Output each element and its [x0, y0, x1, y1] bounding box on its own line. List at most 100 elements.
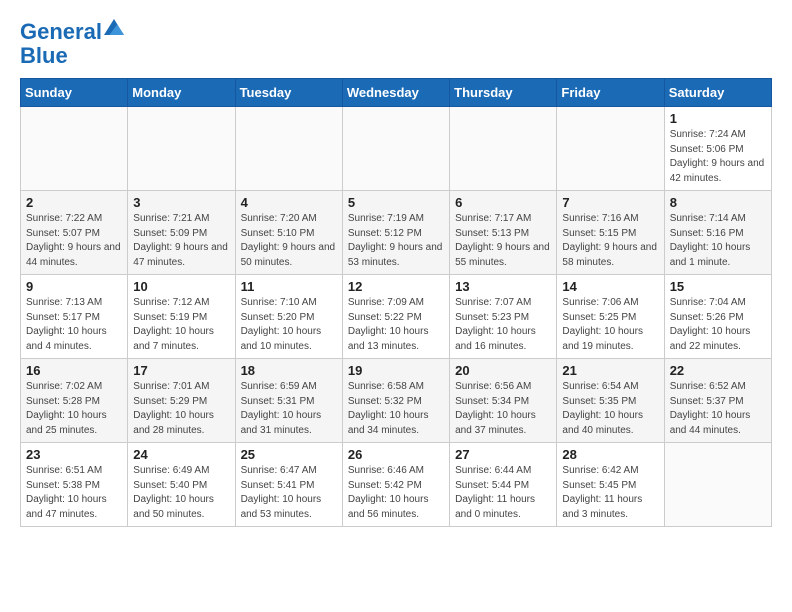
day-number: 4: [241, 195, 337, 210]
calendar-cell: [342, 107, 449, 191]
day-number: 25: [241, 447, 337, 462]
calendar-cell: 10 Sunrise: 7:12 AM Sunset: 5:19 PM Dayli…: [128, 275, 235, 359]
day-number: 5: [348, 195, 444, 210]
calendar-cell: 7Sunrise: 7:16 AM Sunset: 5:15 PM Daylig…: [557, 191, 664, 275]
calendar-cell: [235, 107, 342, 191]
calendar-cell: 25 Sunrise: 6:47 AM Sunset: 5:41 PM Dayli…: [235, 443, 342, 527]
logo-icon: [104, 17, 124, 37]
day-info: Sunrise: 6:46 AM Sunset: 5:42 PM Dayligh…: [348, 464, 444, 522]
day-info: Sunrise: 7:22 AM Sunset: 5:07 PM Dayligh…: [26, 212, 122, 270]
calendar-cell: 17 Sunrise: 7:01 AM Sunset: 5:29 PM Dayli…: [128, 359, 235, 443]
logo-text: General: [20, 20, 102, 44]
day-number: 1: [670, 111, 766, 126]
logo: General Blue: [20, 20, 124, 68]
calendar-cell: 27 Sunrise: 6:44 AM Sunset: 5:44 PM Dayli…: [450, 443, 557, 527]
page-header: General Blue: [20, 20, 772, 68]
day-info: Sunrise: 7:02 AM Sunset: 5:28 PM Dayligh…: [26, 380, 122, 438]
day-info: Sunrise: 7:14 AM Sunset: 5:16 PM Dayligh…: [670, 212, 766, 270]
calendar-cell: 15 Sunrise: 7:04 AM Sunset: 5:26 PM Dayli…: [664, 275, 771, 359]
calendar-week-row: 23Sunrise: 6:51 AM Sunset: 5:38 PM Dayli…: [21, 443, 772, 527]
day-number: 20: [455, 363, 551, 378]
day-number: 6: [455, 195, 551, 210]
day-info: Sunrise: 7:09 AM Sunset: 5:22 PM Dayligh…: [348, 296, 444, 354]
day-info: Sunrise: 7:20 AM Sunset: 5:10 PM Dayligh…: [241, 212, 337, 270]
day-info: Sunrise: 7:01 AM Sunset: 5:29 PM Dayligh…: [133, 380, 229, 438]
calendar-cell: 18 Sunrise: 6:59 AM Sunset: 5:31 PM Dayli…: [235, 359, 342, 443]
day-number: 22: [670, 363, 766, 378]
calendar-cell: 14 Sunrise: 7:06 AM Sunset: 5:25 PM Dayli…: [557, 275, 664, 359]
calendar-table: SundayMondayTuesdayWednesdayThursdayFrid…: [20, 78, 772, 527]
day-number: 18: [241, 363, 337, 378]
calendar-cell: 13 Sunrise: 7:07 AM Sunset: 5:23 PM Dayli…: [450, 275, 557, 359]
day-info: Sunrise: 6:56 AM Sunset: 5:34 PM Dayligh…: [455, 380, 551, 438]
day-info: Sunrise: 7:19 AM Sunset: 5:12 PM Dayligh…: [348, 212, 444, 270]
calendar-week-row: 1 Sunrise: 7:24 AM Sunset: 5:06 PM Daylig…: [21, 107, 772, 191]
day-info: Sunrise: 7:17 AM Sunset: 5:13 PM Dayligh…: [455, 212, 551, 270]
logo-text-blue: Blue: [20, 44, 124, 68]
day-number: 8: [670, 195, 766, 210]
day-number: 14: [562, 279, 658, 294]
calendar-cell: 26 Sunrise: 6:46 AM Sunset: 5:42 PM Dayli…: [342, 443, 449, 527]
calendar-cell: 5 Sunrise: 7:19 AM Sunset: 5:12 PM Daylig…: [342, 191, 449, 275]
day-number: 13: [455, 279, 551, 294]
day-info: Sunrise: 7:12 AM Sunset: 5:19 PM Dayligh…: [133, 296, 229, 354]
weekday-header-sunday: Sunday: [21, 79, 128, 107]
day-number: 15: [670, 279, 766, 294]
calendar-cell: [21, 107, 128, 191]
day-info: Sunrise: 7:04 AM Sunset: 5:26 PM Dayligh…: [670, 296, 766, 354]
calendar-week-row: 16 Sunrise: 7:02 AM Sunset: 5:28 PM Dayli…: [21, 359, 772, 443]
calendar-cell: 8 Sunrise: 7:14 AM Sunset: 5:16 PM Daylig…: [664, 191, 771, 275]
weekday-header-thursday: Thursday: [450, 79, 557, 107]
day-info: Sunrise: 7:13 AM Sunset: 5:17 PM Dayligh…: [26, 296, 122, 354]
day-number: 23: [26, 447, 122, 462]
calendar-cell: 2 Sunrise: 7:22 AM Sunset: 5:07 PM Daylig…: [21, 191, 128, 275]
day-number: 19: [348, 363, 444, 378]
day-number: 2: [26, 195, 122, 210]
weekday-header-saturday: Saturday: [664, 79, 771, 107]
calendar-cell: 6 Sunrise: 7:17 AM Sunset: 5:13 PM Daylig…: [450, 191, 557, 275]
calendar-cell: 1 Sunrise: 7:24 AM Sunset: 5:06 PM Daylig…: [664, 107, 771, 191]
day-info: Sunrise: 6:42 AM Sunset: 5:45 PM Dayligh…: [562, 464, 658, 522]
weekday-header-row: SundayMondayTuesdayWednesdayThursdayFrid…: [21, 79, 772, 107]
day-info: Sunrise: 7:24 AM Sunset: 5:06 PM Dayligh…: [670, 128, 766, 186]
calendar-cell: 28 Sunrise: 6:42 AM Sunset: 5:45 PM Dayli…: [557, 443, 664, 527]
day-number: 17: [133, 363, 229, 378]
day-number: 21: [562, 363, 658, 378]
day-info: Sunrise: 6:52 AM Sunset: 5:37 PM Dayligh…: [670, 380, 766, 438]
day-info: Sunrise: 7:06 AM Sunset: 5:25 PM Dayligh…: [562, 296, 658, 354]
calendar-cell: 11Sunrise: 7:10 AM Sunset: 5:20 PM Dayli…: [235, 275, 342, 359]
calendar-cell: 4 Sunrise: 7:20 AM Sunset: 5:10 PM Daylig…: [235, 191, 342, 275]
day-info: Sunrise: 6:59 AM Sunset: 5:31 PM Dayligh…: [241, 380, 337, 438]
weekday-header-wednesday: Wednesday: [342, 79, 449, 107]
day-number: 16: [26, 363, 122, 378]
day-number: 9: [26, 279, 122, 294]
day-info: Sunrise: 6:58 AM Sunset: 5:32 PM Dayligh…: [348, 380, 444, 438]
day-info: Sunrise: 6:44 AM Sunset: 5:44 PM Dayligh…: [455, 464, 551, 522]
day-info: Sunrise: 7:07 AM Sunset: 5:23 PM Dayligh…: [455, 296, 551, 354]
calendar-cell: [450, 107, 557, 191]
calendar-cell: 9 Sunrise: 7:13 AM Sunset: 5:17 PM Daylig…: [21, 275, 128, 359]
calendar-cell: 3 Sunrise: 7:21 AM Sunset: 5:09 PM Daylig…: [128, 191, 235, 275]
day-number: 28: [562, 447, 658, 462]
calendar-cell: 19 Sunrise: 6:58 AM Sunset: 5:32 PM Dayli…: [342, 359, 449, 443]
day-number: 12: [348, 279, 444, 294]
day-number: 24: [133, 447, 229, 462]
calendar-cell: 16 Sunrise: 7:02 AM Sunset: 5:28 PM Dayli…: [21, 359, 128, 443]
calendar-cell: 12 Sunrise: 7:09 AM Sunset: 5:22 PM Dayli…: [342, 275, 449, 359]
day-number: 26: [348, 447, 444, 462]
calendar-cell: 24Sunrise: 6:49 AM Sunset: 5:40 PM Dayli…: [128, 443, 235, 527]
day-number: 27: [455, 447, 551, 462]
day-info: Sunrise: 7:21 AM Sunset: 5:09 PM Dayligh…: [133, 212, 229, 270]
day-info: Sunrise: 6:47 AM Sunset: 5:41 PM Dayligh…: [241, 464, 337, 522]
calendar-cell: [664, 443, 771, 527]
day-number: 10: [133, 279, 229, 294]
day-number: 11: [241, 279, 337, 294]
day-number: 3: [133, 195, 229, 210]
weekday-header-tuesday: Tuesday: [235, 79, 342, 107]
calendar-cell: 20 Sunrise: 6:56 AM Sunset: 5:34 PM Dayli…: [450, 359, 557, 443]
calendar-week-row: 2 Sunrise: 7:22 AM Sunset: 5:07 PM Daylig…: [21, 191, 772, 275]
calendar-cell: 23Sunrise: 6:51 AM Sunset: 5:38 PM Dayli…: [21, 443, 128, 527]
weekday-header-monday: Monday: [128, 79, 235, 107]
calendar-cell: 22 Sunrise: 6:52 AM Sunset: 5:37 PM Dayli…: [664, 359, 771, 443]
calendar-cell: [128, 107, 235, 191]
